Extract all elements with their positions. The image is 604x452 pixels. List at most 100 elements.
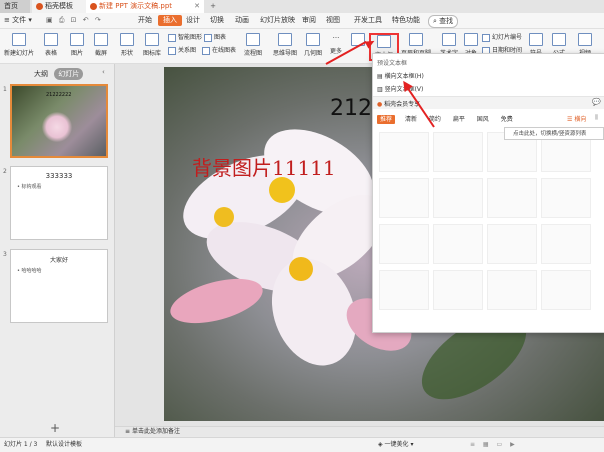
member-crown-icon: ● [377, 101, 383, 108]
preset-section-label: 预设文本框 [377, 60, 408, 67]
thumb-title: 大家好 [49, 257, 68, 264]
template-cell[interactable] [379, 178, 429, 218]
online-chart-button[interactable]: 在线图表 [202, 45, 236, 55]
ppt-file-icon [90, 2, 97, 10]
title-bar: 首页 稻壳模板 新建 PPT 演示文稿.ppt ✕ + [0, 0, 604, 13]
geometry-button[interactable]: 几何图 [302, 29, 324, 63]
template-cell[interactable] [379, 224, 429, 264]
slide-number: 2 [3, 168, 7, 175]
new-slide-button[interactable]: 新建幻灯片 [2, 29, 36, 63]
view-mode-icons[interactable]: ≡ ▦ ▭ ▶ [470, 438, 518, 452]
slide-number: 3 [3, 251, 7, 258]
orientation-tooltip: 点击此处，切换横/竖资源列表 [504, 127, 604, 140]
tab-slides[interactable]: 幻灯片 [54, 68, 84, 80]
geometry-icon [306, 33, 320, 46]
menu-design[interactable]: 设计 [186, 15, 200, 26]
new-tab-button[interactable]: + [206, 0, 220, 13]
slide-thumbnail-1[interactable]: 21222222 [10, 84, 108, 158]
filter-flat[interactable]: 扁平 [453, 116, 465, 123]
menu-transition[interactable]: 切换 [210, 15, 224, 26]
chart-button[interactable]: 图表 [204, 32, 226, 42]
slide-number-text[interactable]: 212 [330, 96, 372, 121]
docer-logo-icon [36, 2, 43, 10]
beautify-button[interactable]: ◈ 一键美化 ▾ [378, 438, 413, 452]
image-button[interactable]: 图片 [66, 29, 88, 63]
horizontal-textbox-option[interactable]: ▤ 横向文本框(H) [377, 71, 424, 80]
slide-number-button[interactable]: 幻灯片编号 [482, 32, 522, 42]
image-icon [70, 33, 84, 46]
beautify-icon: ◈ [378, 441, 383, 448]
notes-bar[interactable]: ≡ 单击此处添加备注 [115, 426, 604, 436]
tab-document[interactable]: 新建 PPT 演示文稿.ppt ✕ [86, 0, 204, 13]
info-icon[interactable]: 💬 [592, 98, 601, 106]
template-cell[interactable] [379, 132, 429, 172]
flowchart-button[interactable]: 流程图 [240, 29, 266, 63]
template-cell[interactable] [433, 224, 483, 264]
menu-bar: ≡ 文件 ▾ ▣ ⎙ ⊡ ↶ ↷ 开始 插入 设计 切换 动画 幻灯片放映 审阅… [0, 13, 604, 29]
icon-library-button[interactable]: 图标库 [140, 29, 164, 63]
template-cell[interactable] [541, 224, 591, 264]
notes-icon: ≡ [125, 428, 131, 435]
icon-library-icon [145, 33, 159, 46]
table-icon [44, 33, 58, 46]
template-cell[interactable] [433, 270, 483, 310]
add-slide-icon[interactable]: + [50, 421, 60, 435]
template-cell[interactable] [487, 224, 537, 264]
slide-number-icon [482, 33, 490, 42]
tab-docer-templates[interactable]: 稻壳模板 [32, 0, 86, 13]
menu-insert[interactable]: 插入 [158, 15, 182, 26]
menu-review[interactable]: 审阅 [302, 15, 316, 26]
template-cell[interactable] [487, 270, 537, 310]
status-bar: 幻灯片 1 / 3 默认设计模板 ◈ 一键美化 ▾ ≡ ▦ ▭ ▶ [0, 437, 604, 452]
template-cell[interactable] [433, 178, 483, 218]
slide-title-text[interactable]: 背景图片11111 [192, 152, 336, 181]
filter-fresh[interactable]: 清新 [405, 116, 417, 123]
template-cell[interactable] [487, 178, 537, 218]
menu-developer[interactable]: 开发工具 [354, 15, 382, 26]
tab-home[interactable]: 首页 [0, 0, 30, 13]
slide-thumbnail-3[interactable]: 大家好 • 哈哈哈哈 [10, 249, 108, 323]
menu-animation[interactable]: 动画 [235, 15, 249, 26]
horizontal-textbox-icon: ▤ [377, 73, 383, 80]
thumb-bullet: • 哈哈哈哈 [17, 268, 42, 274]
thumb-title: 333333 [45, 172, 73, 180]
filter-free[interactable]: 免费 [501, 116, 513, 123]
tab-outline[interactable]: 大纲 [30, 68, 52, 80]
video-icon [578, 33, 592, 46]
orientation-toggle[interactable]: ☰ 横向 [567, 114, 586, 123]
table-button[interactable]: 表格 [40, 29, 62, 63]
template-cell[interactable] [433, 132, 483, 172]
panel-tabs: 大纲 幻灯片 [30, 68, 84, 80]
more-dots-icon: ··· [332, 34, 340, 42]
wordart-icon [442, 33, 456, 46]
filter-chinese[interactable]: 国风 [477, 116, 489, 123]
thumb-title: 21222222 [46, 92, 72, 98]
search-box[interactable]: ⌕ 查找 [428, 15, 459, 28]
textbox-dropdown: 预设文本框 ▤ 横向文本框(H) ▥ 竖向文本框(V) ● 稻壳会员专享 💬 推… [372, 53, 604, 333]
menu-start[interactable]: 开始 [138, 15, 152, 26]
slide-thumbnail-2[interactable]: 333333 • 标钩观看 [10, 166, 108, 240]
member-banner: ● 稻壳会员专享 💬 [373, 96, 604, 109]
design-template-label[interactable]: 默认设计模板 [46, 438, 82, 452]
smart-graphic-button[interactable]: 智能图形 [168, 32, 202, 42]
quick-access-icons[interactable]: ▣ ⎙ ⊡ ↶ ↷ [46, 15, 103, 26]
member-label: ● 稻壳会员专享 [377, 101, 421, 108]
menu-slideshow[interactable]: 幻灯片放映 [260, 15, 295, 26]
relation-chart-button[interactable]: 关系图 [168, 45, 196, 55]
collapse-panel-icon[interactable]: ‹ [102, 68, 105, 76]
shape-button[interactable]: 形状 [116, 29, 138, 63]
file-menu[interactable]: ≡ 文件 ▾ [4, 15, 32, 26]
filter-recommended[interactable]: 推荐 [377, 115, 396, 124]
template-cell[interactable] [541, 270, 591, 310]
template-cell[interactable] [541, 178, 591, 218]
vertical-toggle-icon[interactable]: ⫼ [595, 114, 598, 122]
flower-thumbnail-image [42, 112, 72, 142]
menu-view[interactable]: 视图 [326, 15, 340, 26]
mindmap-button[interactable]: 思维导图 [270, 29, 300, 63]
menu-special[interactable]: 特色功能 [392, 15, 420, 26]
template-cell[interactable] [379, 270, 429, 310]
relation-icon [168, 46, 176, 55]
list-icon: ☰ [567, 116, 573, 123]
screenshot-button[interactable]: 截屏 [90, 29, 112, 63]
close-tab-icon[interactable]: ✕ [194, 0, 200, 13]
